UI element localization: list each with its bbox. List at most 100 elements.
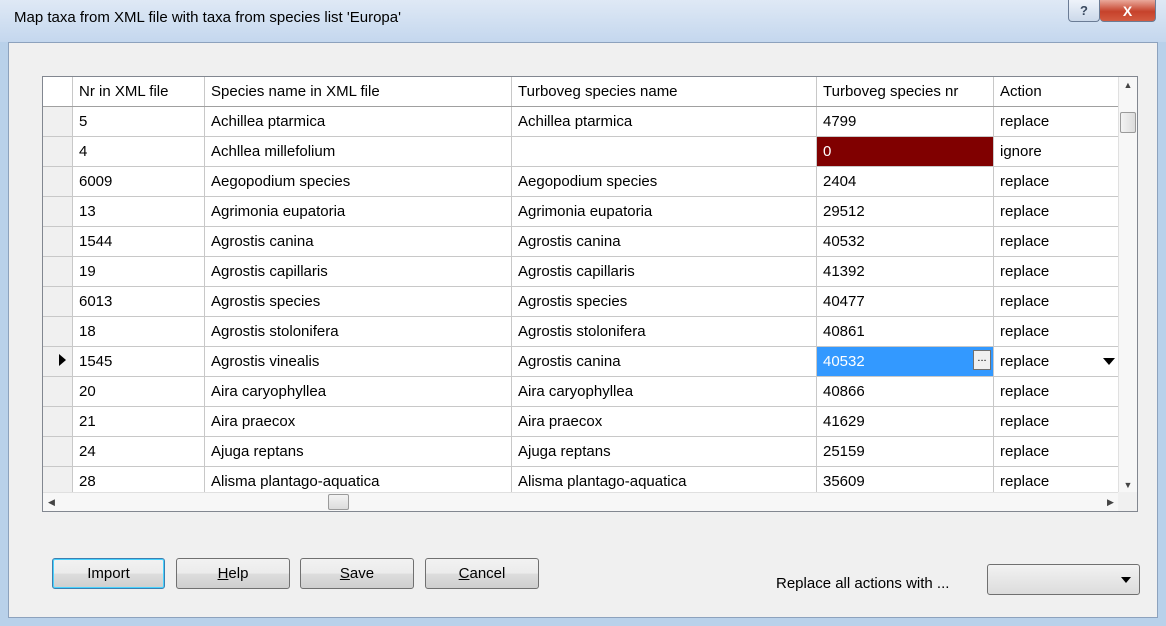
column-header-nr[interactable]: Nr in XML file bbox=[72, 77, 205, 107]
cell-tv-name[interactable]: Aira praecox bbox=[511, 406, 817, 437]
table-row[interactable]: 21 Aira praecox Aira praecox 41629 replace bbox=[43, 406, 1122, 437]
table-row[interactable]: 5 Achillea ptarmica Achillea ptarmica 4799 r… bbox=[43, 106, 1122, 137]
table-row[interactable]: 6009 Aegopodium species Aegopodium species… bbox=[43, 166, 1122, 197]
cell-nr[interactable]: 6009 bbox=[72, 166, 205, 197]
cell-action[interactable]: replace bbox=[993, 166, 1122, 197]
row-indicator[interactable] bbox=[43, 226, 73, 257]
cell-action[interactable]: ignore bbox=[993, 136, 1122, 167]
table-row[interactable]: 24 Ajuga reptans Ajuga reptans 25159 replace bbox=[43, 436, 1122, 467]
cell-tv-nr[interactable]: 2404 bbox=[816, 166, 994, 197]
cell-xml-name[interactable]: Agrostis canina bbox=[204, 226, 512, 257]
cell-tv-name[interactable]: Agrostis canina bbox=[511, 226, 817, 257]
cell-xml-name[interactable]: Agrostis species bbox=[204, 286, 512, 317]
column-header-tv-nr[interactable]: Turboveg species nr bbox=[816, 77, 994, 107]
cell-xml-name[interactable]: Agrostis stolonifera bbox=[204, 316, 512, 347]
cell-nr[interactable]: 1544 bbox=[72, 226, 205, 257]
cell-tv-name[interactable]: Agrimonia eupatoria bbox=[511, 196, 817, 227]
cell-nr[interactable]: 4 bbox=[72, 136, 205, 167]
cell-xml-name[interactable]: Agrimonia eupatoria bbox=[204, 196, 512, 227]
row-indicator[interactable] bbox=[43, 316, 73, 347]
row-indicator[interactable] bbox=[43, 286, 73, 317]
row-indicator[interactable] bbox=[43, 346, 73, 377]
cell-nr[interactable]: 21 bbox=[72, 406, 205, 437]
column-header-tv-name[interactable]: Turboveg species name bbox=[511, 77, 817, 107]
cell-tv-name[interactable]: Aira caryophyllea bbox=[511, 376, 817, 407]
cell-tv-name[interactable]: Agrostis canina bbox=[511, 346, 817, 377]
cell-action[interactable]: replace bbox=[993, 376, 1122, 407]
vertical-scroll-thumb[interactable] bbox=[1120, 112, 1136, 133]
cell-xml-name[interactable]: Agrostis capillaris bbox=[204, 256, 512, 287]
cell-tv-name[interactable]: Agrostis species bbox=[511, 286, 817, 317]
cell-action[interactable]: replace bbox=[993, 106, 1122, 137]
cell-action[interactable]: replace bbox=[993, 196, 1122, 227]
cell-tv-nr[interactable]: 29512 bbox=[816, 196, 994, 227]
horizontal-scrollbar[interactable]: ◀ ▶ bbox=[43, 492, 1119, 511]
import-button[interactable]: Import bbox=[52, 558, 165, 589]
save-button[interactable]: Save bbox=[300, 558, 414, 589]
column-header-xml-name[interactable]: Species name in XML file bbox=[204, 77, 512, 107]
table-row[interactable]: 20 Aira caryophyllea Aira caryophyllea 4086… bbox=[43, 376, 1122, 407]
row-indicator[interactable] bbox=[43, 106, 73, 137]
cell-action[interactable]: replace bbox=[993, 436, 1122, 467]
row-indicator[interactable] bbox=[43, 376, 73, 407]
cell-tv-nr[interactable]: 40532 bbox=[816, 226, 994, 257]
scroll-left-icon[interactable]: ◀ bbox=[43, 493, 60, 511]
help-icon[interactable]: ? bbox=[1068, 0, 1100, 22]
vertical-scrollbar[interactable]: ▲ ▼ bbox=[1118, 77, 1137, 494]
row-indicator[interactable] bbox=[43, 166, 73, 197]
cell-tv-nr[interactable]: 40532... bbox=[816, 346, 994, 377]
row-indicator[interactable] bbox=[43, 196, 73, 227]
row-indicator[interactable] bbox=[43, 136, 73, 167]
cell-tv-nr[interactable]: 41392 bbox=[816, 256, 994, 287]
cell-tv-nr[interactable]: 0 bbox=[816, 136, 994, 167]
cell-xml-name[interactable]: Agrostis vinealis bbox=[204, 346, 512, 377]
column-header-action[interactable]: Action bbox=[993, 77, 1122, 107]
cell-action[interactable]: replace bbox=[993, 226, 1122, 257]
cell-tv-nr[interactable]: 40866 bbox=[816, 376, 994, 407]
cell-tv-name[interactable]: Aegopodium species bbox=[511, 166, 817, 197]
table-row[interactable]: 13 Agrimonia eupatoria Agrimonia eupatoria… bbox=[43, 196, 1122, 227]
cell-nr[interactable]: 19 bbox=[72, 256, 205, 287]
table-row[interactable]: 19 Agrostis capillaris Agrostis capillaris… bbox=[43, 256, 1122, 287]
title-bar[interactable]: Map taxa from XML file with taxa from sp… bbox=[0, 0, 1166, 42]
cell-tv-name[interactable]: Agrostis capillaris bbox=[511, 256, 817, 287]
cell-tv-name[interactable]: Achillea ptarmica bbox=[511, 106, 817, 137]
cell-tv-name[interactable]: Ajuga reptans bbox=[511, 436, 817, 467]
cell-tv-nr[interactable]: 40861 bbox=[816, 316, 994, 347]
cell-xml-name[interactable]: Achllea millefolium bbox=[204, 136, 512, 167]
cell-xml-name[interactable]: Achillea ptarmica bbox=[204, 106, 512, 137]
cell-tv-nr[interactable]: 4799 bbox=[816, 106, 994, 137]
close-icon[interactable]: X bbox=[1100, 0, 1156, 22]
table-row[interactable]: 18 Agrostis stolonifera Agrostis stolonife… bbox=[43, 316, 1122, 347]
cell-nr[interactable]: 20 bbox=[72, 376, 205, 407]
cell-nr[interactable]: 18 bbox=[72, 316, 205, 347]
cell-xml-name[interactable]: Ajuga reptans bbox=[204, 436, 512, 467]
cell-tv-name[interactable]: Agrostis stolonifera bbox=[511, 316, 817, 347]
cancel-button[interactable]: Cancel bbox=[425, 558, 539, 589]
cell-action[interactable]: replace bbox=[993, 316, 1122, 347]
taxa-mapping-grid[interactable]: Nr in XML file Species name in XML file … bbox=[42, 76, 1138, 512]
scroll-right-icon[interactable]: ▶ bbox=[1102, 493, 1119, 511]
chevron-down-icon[interactable] bbox=[1103, 357, 1115, 365]
table-row[interactable]: 6013 Agrostis species Agrostis species 4047… bbox=[43, 286, 1122, 317]
cell-tv-nr[interactable]: 41629 bbox=[816, 406, 994, 437]
cell-nr[interactable]: 5 bbox=[72, 106, 205, 137]
cell-xml-name[interactable]: Aira caryophyllea bbox=[204, 376, 512, 407]
cell-action[interactable]: replace bbox=[993, 256, 1122, 287]
table-row[interactable]: 1545 Agrostis vinealis Agrostis canina 4053… bbox=[43, 346, 1122, 377]
cell-nr[interactable]: 24 bbox=[72, 436, 205, 467]
horizontal-scroll-thumb[interactable] bbox=[328, 494, 349, 510]
replace-all-select[interactable] bbox=[987, 564, 1140, 595]
row-indicator[interactable] bbox=[43, 256, 73, 287]
cell-tv-nr[interactable]: 40477 bbox=[816, 286, 994, 317]
cell-nr[interactable]: 13 bbox=[72, 196, 205, 227]
cell-tv-name[interactable] bbox=[511, 136, 817, 167]
scroll-up-icon[interactable]: ▲ bbox=[1119, 77, 1137, 94]
cell-xml-name[interactable]: Aira praecox bbox=[204, 406, 512, 437]
cell-action[interactable]: replace bbox=[993, 406, 1122, 437]
cell-tv-nr[interactable]: 25159 bbox=[816, 436, 994, 467]
table-row[interactable]: 4 Achllea millefolium 0 ignore bbox=[43, 136, 1122, 167]
cell-nr[interactable]: 6013 bbox=[72, 286, 205, 317]
row-indicator[interactable] bbox=[43, 436, 73, 467]
help-button[interactable]: Help bbox=[176, 558, 290, 589]
